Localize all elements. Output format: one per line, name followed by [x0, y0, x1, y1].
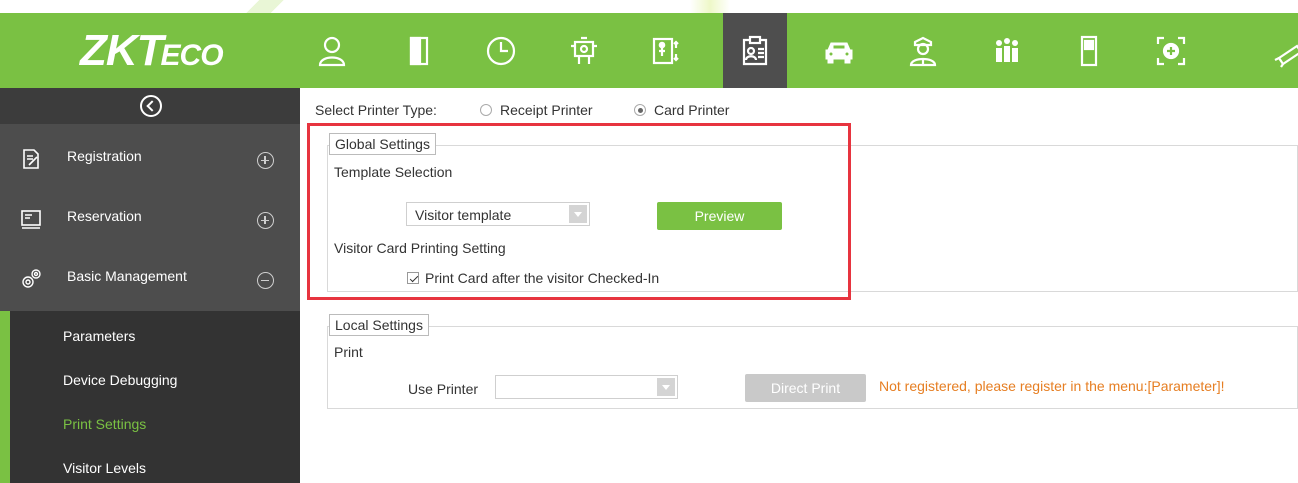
personnel-icon[interactable]: [300, 13, 364, 88]
attendance-clock-icon[interactable]: [469, 13, 533, 88]
top-strip: [0, 0, 1298, 13]
sidebar-item-basic-management[interactable]: Basic Management: [0, 248, 300, 308]
sidebar-item-visitor-levels[interactable]: Visitor Levels: [63, 460, 146, 476]
print-label: Print: [334, 344, 363, 360]
patrol-guard-icon[interactable]: [891, 13, 955, 88]
registration-icon: [23, 149, 39, 169]
collapse-icon[interactable]: [257, 272, 274, 289]
gears-icon: [22, 269, 41, 288]
header-bar: ZKTECO: [0, 13, 1298, 88]
sidebar-item-label: Basic Management: [67, 268, 187, 284]
reservation-icon: [21, 210, 41, 229]
elevator-icon[interactable]: [552, 13, 616, 88]
direct-print-button[interactable]: Direct Print: [745, 374, 866, 402]
print-after-checkin-checkbox[interactable]: [407, 272, 419, 284]
video-icon[interactable]: [1139, 13, 1203, 88]
expand-icon[interactable]: [257, 152, 274, 169]
sidebar-item-registration[interactable]: Registration: [0, 128, 300, 188]
template-select[interactable]: Visitor template: [406, 202, 590, 226]
card-printer-label[interactable]: Card Printer: [654, 102, 729, 118]
sidebar-item-print-settings[interactable]: Print Settings: [63, 416, 146, 432]
entrance-icon[interactable]: [634, 13, 698, 88]
sidebar-item-label: Registration: [67, 148, 142, 164]
logo: ZKTECO: [80, 26, 224, 75]
template-selection-label: Template Selection: [334, 164, 453, 180]
collapse-left-icon[interactable]: [0, 88, 300, 124]
sidebar-item-device-debugging[interactable]: Device Debugging: [63, 372, 177, 388]
card-printer-radio[interactable]: [634, 104, 646, 116]
sidebar-item-label: Reservation: [67, 208, 142, 224]
access-door-icon[interactable]: [387, 13, 451, 88]
print-after-checkin-label[interactable]: Print Card after the visitor Checked-In: [425, 270, 659, 286]
submenu: Parameters Device Debugging Print Settin…: [0, 311, 300, 483]
card-printing-setting-label: Visitor Card Printing Setting: [334, 240, 506, 256]
sidebar: Registration Reservation Basic Managemen…: [0, 88, 300, 483]
chevron-down-icon[interactable]: [569, 205, 587, 223]
parking-car-icon[interactable]: [807, 13, 871, 88]
receipt-printer-label[interactable]: Receipt Printer: [500, 102, 593, 118]
use-printer-select[interactable]: [495, 375, 678, 399]
global-settings-legend: Global Settings: [329, 133, 436, 155]
use-printer-label: Use Printer: [408, 381, 479, 397]
consumption-people-icon[interactable]: [975, 13, 1039, 88]
sidebar-item-reservation[interactable]: Reservation: [0, 188, 300, 248]
ifr-device-icon[interactable]: [1057, 13, 1121, 88]
receipt-printer-radio[interactable]: [480, 104, 492, 116]
chevron-down-icon[interactable]: [657, 378, 675, 396]
template-select-value: Visitor template: [415, 207, 512, 223]
main-content: Select Printer Type: Receipt Printer Car…: [300, 88, 1298, 483]
decoration: [690, 0, 730, 13]
decoration: [210, 0, 320, 13]
not-registered-warning: Not registered, please register in the m…: [879, 378, 1225, 394]
printer-type-label: Select Printer Type:: [315, 102, 437, 118]
sidebar-item-parameters[interactable]: Parameters: [63, 328, 135, 344]
local-settings-legend: Local Settings: [329, 314, 429, 336]
camera-icon[interactable]: [1254, 13, 1298, 88]
visitor-card-icon[interactable]: [723, 13, 787, 88]
expand-icon[interactable]: [257, 212, 274, 229]
preview-button[interactable]: Preview: [657, 202, 782, 230]
